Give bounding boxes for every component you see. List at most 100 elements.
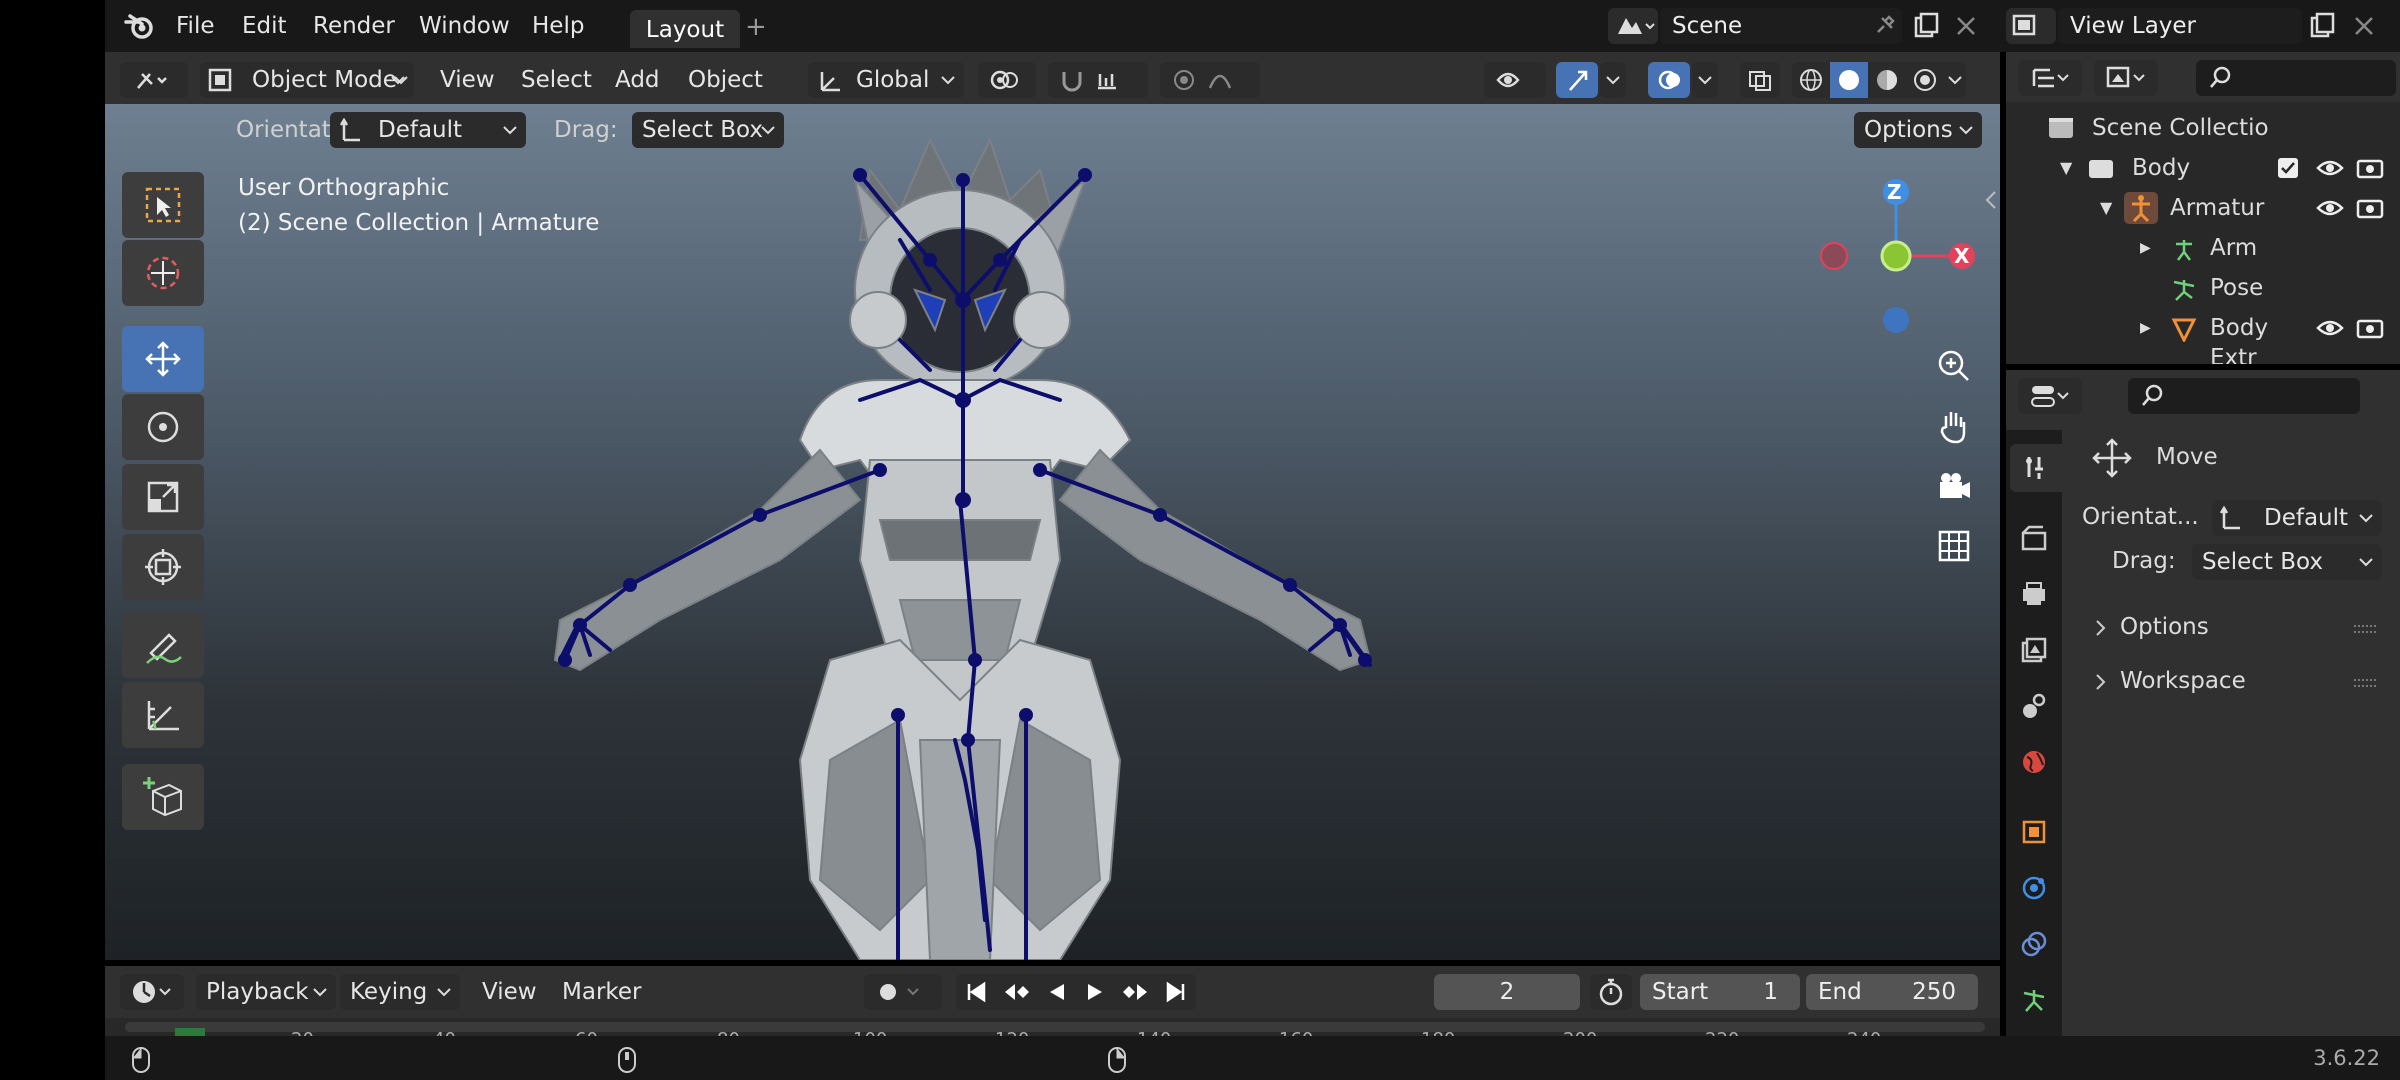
play-reverse-icon[interactable]	[1046, 980, 1068, 1004]
solid-shading-icon[interactable]	[1830, 62, 1868, 98]
keying-dropdown[interactable]: Keying	[340, 974, 460, 1010]
menu-render[interactable]: Render	[313, 10, 395, 42]
new-view-layer-icon[interactable]	[2308, 12, 2336, 40]
properties-drag-dropdown[interactable]: Select Box	[2192, 544, 2382, 580]
menu-help[interactable]: Help	[532, 10, 584, 42]
sidebar-toggle-icon[interactable]	[1984, 188, 1998, 212]
annotate-tool[interactable]	[122, 612, 204, 678]
outliner-row-body-collection[interactable]: ▼ Body	[2006, 148, 2400, 188]
properties-search-input[interactable]	[2128, 378, 2360, 414]
scene-name-field[interactable]: Scene	[1660, 8, 1902, 44]
menu-window[interactable]: Window	[419, 10, 510, 42]
outliner-row-body-mesh[interactable]: ▶ Body	[2006, 308, 2400, 348]
tool-tab-wrench-icon[interactable]	[2010, 444, 2062, 492]
blender-logo-icon[interactable]	[124, 12, 156, 40]
new-scene-icon[interactable]	[1912, 12, 1940, 40]
stopwatch-icon[interactable]	[1590, 974, 1632, 1010]
measure-tool[interactable]	[122, 682, 204, 748]
grid-view-icon[interactable]	[1928, 520, 1980, 572]
delete-scene-icon[interactable]	[1954, 14, 1978, 38]
visibility-eye-icon[interactable]	[2316, 156, 2344, 180]
scale-tool[interactable]	[122, 464, 204, 530]
physics-tab-icon[interactable]	[2010, 864, 2058, 912]
view-layer-selector-button[interactable]	[2006, 8, 2056, 44]
material-preview-icon[interactable]	[1868, 67, 1906, 93]
header-menu-add[interactable]: Add	[615, 62, 660, 98]
drag-select-box-dropdown[interactable]: Select Box	[632, 112, 784, 148]
menu-file[interactable]: File	[176, 10, 215, 42]
header-menu-view[interactable]: View	[440, 62, 495, 98]
pivot-point-dropdown[interactable]	[978, 62, 1036, 98]
display-mode-dropdown[interactable]	[2094, 60, 2158, 96]
pan-hand-icon[interactable]	[1928, 400, 1980, 452]
render-camera-icon[interactable]	[2356, 316, 2384, 340]
delete-view-layer-icon[interactable]	[2352, 14, 2376, 38]
view-layer-name-field[interactable]: View Layer	[2058, 8, 2302, 44]
properties-editor-type-button[interactable]	[2018, 378, 2082, 414]
header-menu-select[interactable]: Select	[521, 62, 592, 98]
timeline-menu-view[interactable]: View	[482, 974, 537, 1010]
outliner-row-armature-data[interactable]: ▶ Arm	[2006, 228, 2400, 268]
rotate-tool[interactable]	[122, 394, 204, 460]
object-tab-icon[interactable]	[2010, 808, 2058, 856]
shading-dropdown[interactable]	[1944, 72, 1966, 88]
expand-arrow-icon[interactable]: ▼	[2060, 148, 2072, 188]
options-dropdown[interactable]: Options	[1854, 112, 1982, 148]
wireframe-shading-icon[interactable]	[1792, 67, 1830, 93]
overlays-toggle[interactable]	[1648, 62, 1690, 98]
gizmo-dropdown[interactable]	[1600, 62, 1626, 98]
render-camera-icon[interactable]	[2356, 196, 2384, 220]
outliner-row-scene-collection[interactable]: Scene Collectio	[2006, 108, 2400, 148]
pin-icon[interactable]	[1870, 12, 1898, 40]
armature-data-tab-icon[interactable]	[2010, 976, 2058, 1024]
drag-handle-icon[interactable]	[2352, 676, 2378, 690]
output-tab-printer-icon[interactable]	[2010, 570, 2058, 618]
proportional-editing-toggle[interactable]	[1160, 62, 1260, 98]
expand-arrow-icon[interactable]: ▶	[2140, 308, 2151, 348]
auto-keying-toggle[interactable]	[864, 974, 942, 1010]
jump-to-keyframe-back-icon[interactable]	[1003, 980, 1031, 1004]
view-layer-tab-icon[interactable]	[2010, 626, 2058, 674]
expand-arrow-icon[interactable]: ▼	[2100, 188, 2112, 228]
start-frame-field[interactable]: Start 1	[1640, 974, 1800, 1010]
add-workspace-button[interactable]: +	[745, 12, 767, 42]
editor-type-button[interactable]	[120, 62, 188, 98]
header-menu-object[interactable]: Object	[688, 62, 763, 98]
workspace-tab-layout[interactable]: Layout	[630, 10, 740, 48]
jump-to-keyframe-forward-icon[interactable]	[1121, 980, 1149, 1004]
world-tab-icon[interactable]	[2010, 738, 2058, 786]
play-icon[interactable]	[1084, 980, 1106, 1004]
jump-to-end-icon[interactable]	[1164, 980, 1188, 1004]
render-tab-icon[interactable]	[2010, 514, 2058, 562]
outliner-search-input[interactable]	[2196, 60, 2396, 96]
visibility-eye-icon[interactable]	[2316, 316, 2344, 340]
render-camera-icon[interactable]	[2356, 156, 2384, 180]
drag-handle-icon[interactable]	[2352, 622, 2378, 636]
selectability-visibility-dropdown[interactable]	[1484, 62, 1546, 98]
visibility-eye-icon[interactable]	[2316, 196, 2344, 220]
outliner-row-pose[interactable]: Pose	[2006, 268, 2400, 308]
snapping-toggle[interactable]	[1048, 62, 1148, 98]
move-tool[interactable]	[122, 326, 204, 392]
xray-toggle[interactable]	[1740, 62, 1780, 98]
jump-to-start-icon[interactable]	[964, 980, 988, 1004]
transform-tool[interactable]	[122, 534, 204, 600]
gizmo-toggle[interactable]	[1556, 62, 1598, 98]
rendered-shading-icon[interactable]	[1906, 67, 1944, 93]
menu-edit[interactable]: Edit	[242, 10, 287, 42]
outliner-row-armature[interactable]: ▼ Armatur	[2006, 188, 2400, 228]
timeline-menu-marker[interactable]: Marker	[562, 974, 642, 1010]
add-cube-tool[interactable]	[122, 764, 204, 830]
exclude-checkbox[interactable]	[2276, 156, 2300, 180]
select-box-tool[interactable]	[122, 172, 204, 238]
cursor-tool[interactable]	[122, 240, 204, 306]
workspace-panel-header[interactable]: Workspace	[2092, 666, 2392, 702]
expand-arrow-icon[interactable]: ▶	[2140, 228, 2151, 268]
end-frame-field[interactable]: End 250	[1806, 974, 1978, 1010]
options-panel-header[interactable]: Options	[2092, 612, 2392, 648]
outliner-editor-type-button[interactable]	[2018, 60, 2082, 96]
zoom-icon[interactable]	[1928, 340, 1980, 392]
scene-tab-icon[interactable]	[2010, 682, 2058, 730]
current-frame-field[interactable]: 2	[1434, 974, 1580, 1010]
scene-selector-button[interactable]	[1608, 8, 1658, 44]
